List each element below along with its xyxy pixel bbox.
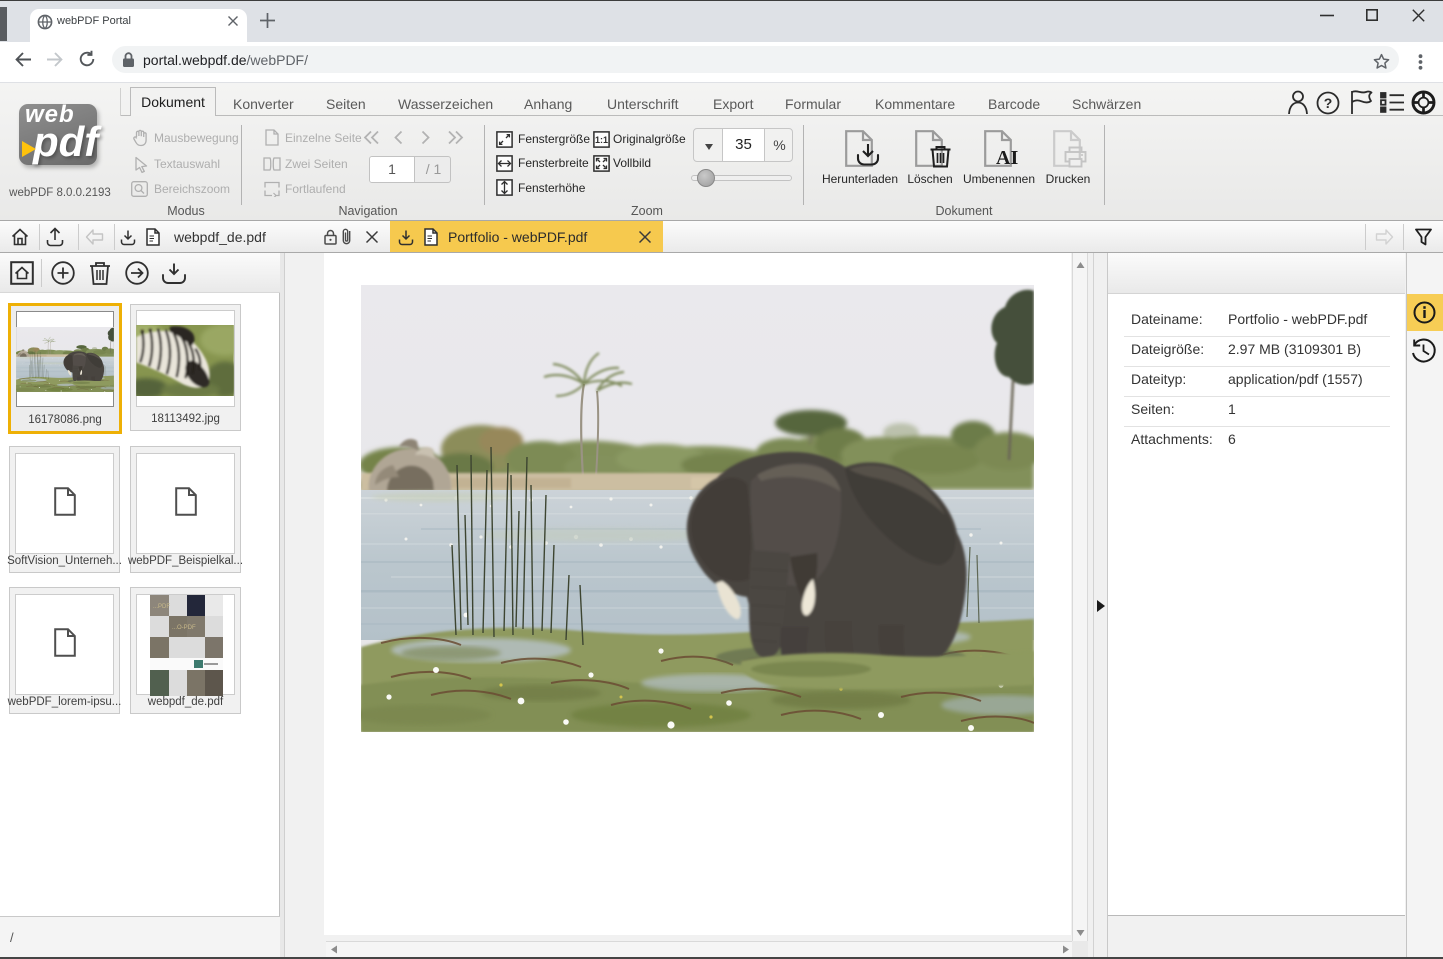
svg-text:...O-PDF: ...O-PDF xyxy=(172,625,196,631)
svg-text:1:1: 1:1 xyxy=(595,135,608,145)
svg-text:?: ? xyxy=(1324,95,1333,111)
svg-text:...PDF: ...PDF xyxy=(153,604,170,610)
